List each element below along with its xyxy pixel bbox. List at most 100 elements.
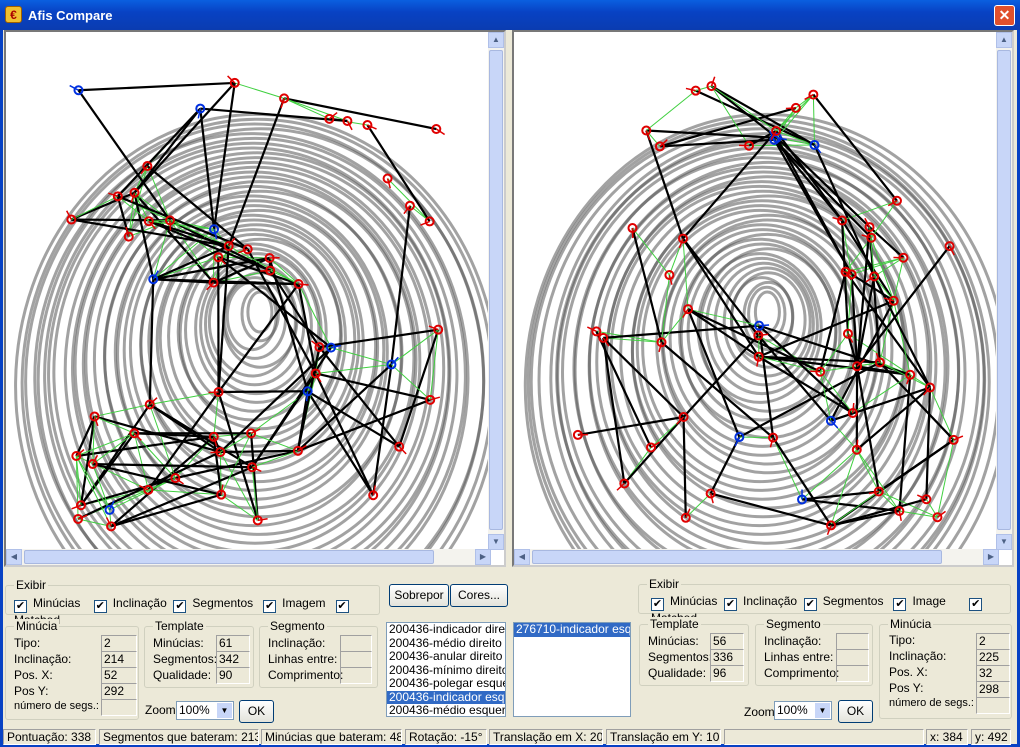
checkbox-image[interactable]: ✔ Image <box>893 594 946 611</box>
status-rotacao: Rotação: -15° <box>405 729 487 745</box>
right-template-list[interactable]: 276710-indicador esquerdo <box>513 622 631 717</box>
sobrepor-button[interactable]: Sobrepor <box>389 584 449 607</box>
right-ok-button[interactable]: OK <box>838 700 873 723</box>
label: Minúcias: <box>153 636 204 650</box>
tipo-value: 2 <box>101 635 137 652</box>
label: Linhas entre: <box>268 652 338 666</box>
scroll-thumb[interactable] <box>532 550 942 564</box>
list-item[interactable]: 200436-indicador direito <box>387 623 505 637</box>
status-minucias: Minúcias que bateram: 48 <box>261 729 402 745</box>
list-item[interactable]: 200436-médio esquerdo <box>387 704 505 716</box>
label: Tipo: <box>14 636 41 650</box>
nsegs-value <box>101 699 137 716</box>
scroll-right-icon[interactable]: ▶ <box>475 549 491 565</box>
left-horizontal-scrollbar[interactable]: ◀ ▶ <box>6 549 491 565</box>
right-template-group: Template Minúcias: 56 Segmentos: 336 Quali… <box>639 617 749 686</box>
matched-segment <box>71 218 170 222</box>
group-title: Minúcia <box>14 619 60 633</box>
scroll-down-icon[interactable]: ▼ <box>996 534 1012 550</box>
label: Inclinação: <box>268 636 326 650</box>
scroll-right-icon[interactable]: ▶ <box>983 549 999 565</box>
scroll-thumb[interactable] <box>489 50 503 530</box>
list-item[interactable]: 200436-mínimo direito <box>387 663 505 678</box>
label: Pos. X: <box>889 665 928 679</box>
left-exibir-group: Exibir ✔ Minúcias ✔ Inclinação ✔ Segmentos … <box>5 578 380 627</box>
scroll-up-icon[interactable]: ▲ <box>488 32 504 48</box>
link-line <box>645 90 697 131</box>
group-title: Segmento <box>268 619 327 633</box>
right-fingerprint-image <box>523 76 999 550</box>
checkbox-inclinacao[interactable]: ✔ Inclinação <box>724 594 797 611</box>
label: Pos. X: <box>14 668 53 682</box>
label: Pos Y: <box>14 684 49 698</box>
comprimento-value <box>836 665 869 682</box>
checkbox-segmentos[interactable]: ✔ Segmentos <box>173 596 253 613</box>
scroll-left-icon[interactable]: ◀ <box>514 549 530 565</box>
app-fingerprint-icon: € <box>5 6 22 23</box>
list-item[interactable]: 200436-polegar esquerdo <box>387 677 505 691</box>
link-line <box>899 510 938 518</box>
checkbox-minucias[interactable]: ✔ Minúcias <box>14 596 80 613</box>
zoom-label: Zoom <box>145 703 176 717</box>
posy-value: 292 <box>101 683 137 700</box>
group-title: Minúcia <box>888 617 934 631</box>
group-title: Exibir <box>647 577 682 591</box>
minutia-direction <box>298 283 309 286</box>
list-item[interactable]: 276710-indicador esquerdo <box>514 623 630 637</box>
segmentos-value: 342 <box>216 651 250 668</box>
checkbox-inclinacao[interactable]: ✔ Inclinação <box>93 596 167 613</box>
posy-value: 298 <box>976 681 1010 698</box>
label: Segmentos: <box>153 652 218 666</box>
label: número de segs.: <box>14 700 99 712</box>
checkbox-minucias[interactable]: ✔ Minúcias <box>651 594 717 611</box>
scroll-left-icon[interactable]: ◀ <box>6 549 22 565</box>
left-minucia-group: Minúcia Tipo: 2 Inclinação: 214 Pos. X: 52 … <box>5 619 139 720</box>
label: Inclinação: <box>764 634 822 648</box>
cores-button[interactable]: Cores... <box>450 584 508 607</box>
list-item[interactable]: 200436-anular direito <box>387 650 505 664</box>
chevron-down-icon: ▼ <box>217 703 232 718</box>
left-vertical-scrollbar[interactable]: ▲ ▼ <box>488 32 504 550</box>
minutia-direction <box>852 402 855 414</box>
scroll-down-icon[interactable]: ▼ <box>488 534 504 550</box>
group-title: Exibir <box>14 578 49 592</box>
label: Qualidade: <box>153 668 212 682</box>
left-zoom-select[interactable]: 100% ▼ <box>176 701 234 720</box>
group-title: Segmento <box>764 617 823 631</box>
scroll-thumb[interactable] <box>997 50 1011 530</box>
scroll-up-icon[interactable]: ▲ <box>996 32 1012 48</box>
right-exibir-group: Exibir ✔ Minúcias ✔ Inclinação ✔ Segmentos … <box>638 577 1011 625</box>
group-title: Template <box>648 617 701 631</box>
zoom-value: 100% <box>777 703 808 717</box>
left-fingerprint-viewer[interactable]: ▲ ▼ ◀ ▶ <box>4 30 506 567</box>
matched-segment <box>78 81 235 92</box>
right-vertical-scrollbar[interactable]: ▲ ▼ <box>996 32 1012 550</box>
inclinacao-value: 225 <box>976 649 1010 666</box>
window-title: Afis Compare <box>28 7 113 23</box>
right-minucia-group: Minúcia Tipo: 2 Inclinação: 225 Pos. X: 32 … <box>879 617 1012 719</box>
list-item[interactable]: 200436-médio direito <box>387 636 505 651</box>
right-zoom-select[interactable]: 100% ▼ <box>774 701 832 720</box>
status-translacao-x: Translação em X: 20 <box>489 729 603 745</box>
minutia-direction <box>785 107 796 110</box>
qualidade-value: 96 <box>710 665 744 682</box>
seg-inclinacao-value <box>836 633 869 650</box>
nsegs-value <box>976 697 1010 714</box>
scroll-thumb[interactable] <box>24 550 434 564</box>
checkbox-segmentos[interactable]: ✔ Segmentos <box>803 594 883 611</box>
checkbox-imagem[interactable]: ✔ Imagem <box>263 596 326 613</box>
linhas-entre-value <box>340 651 372 668</box>
zoom-value: 100% <box>179 703 210 717</box>
right-fingerprint-viewer[interactable]: ▲ ▼ ◀ ▶ <box>512 30 1014 567</box>
matched-segment <box>218 390 308 394</box>
close-icon: ✕ <box>998 7 1011 23</box>
label: Tipo: <box>889 633 916 647</box>
list-item[interactable]: 200436-indicador esquerdo <box>387 690 505 704</box>
label: Inclinação: <box>889 649 947 663</box>
close-button[interactable]: ✕ <box>994 5 1015 26</box>
left-template-list[interactable]: 200436-indicador direito 200436-médio dir… <box>386 622 506 717</box>
minutia-direction <box>759 324 770 327</box>
left-ok-button[interactable]: OK <box>239 700 274 723</box>
status-translacao-y: Translação em Y: 10 <box>606 729 721 745</box>
right-horizontal-scrollbar[interactable]: ◀ ▶ <box>514 549 999 565</box>
